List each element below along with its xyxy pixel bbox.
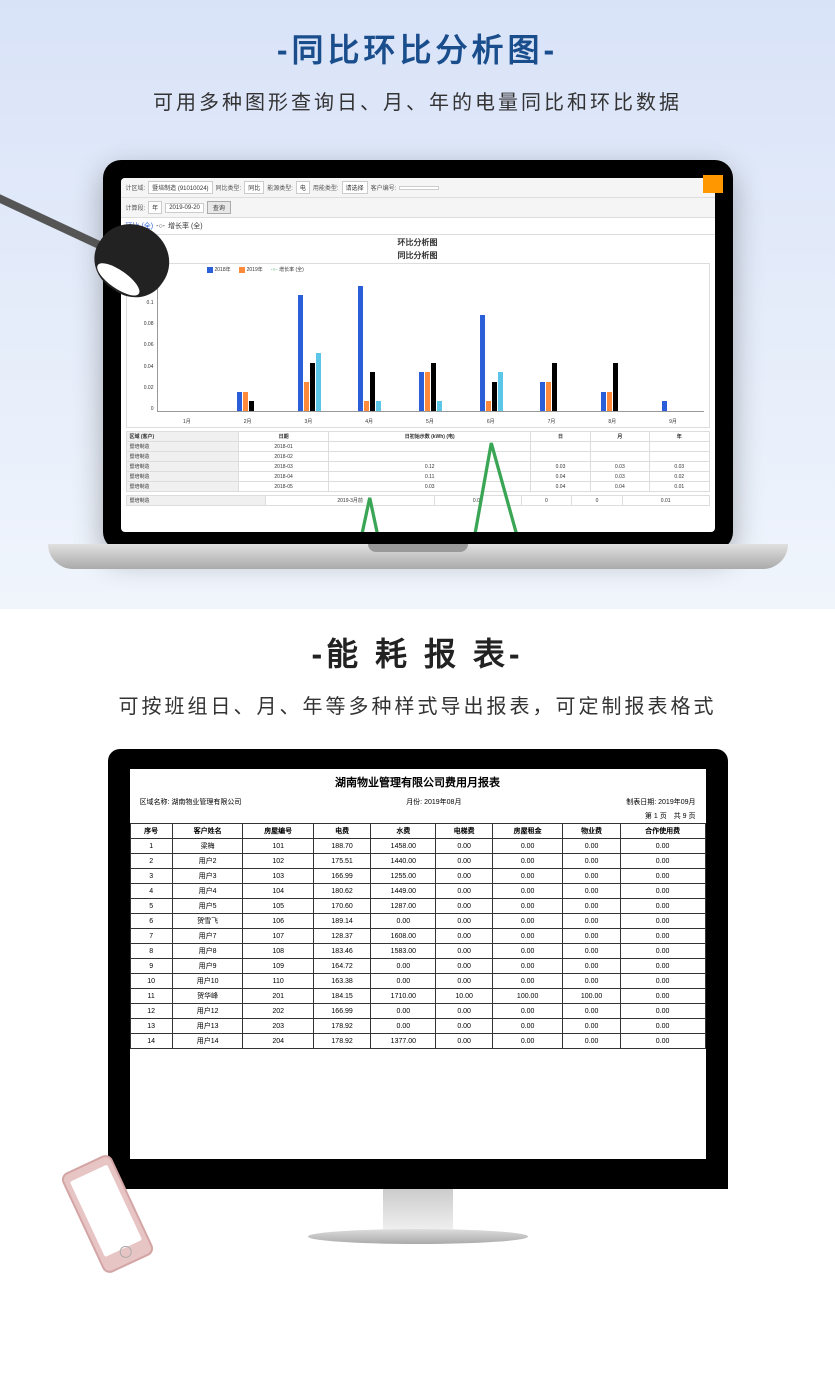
report-meta-row: 区域名称: 湖南物业管理有限公司 月份: 2019年08月 制表日期: 2019… xyxy=(130,795,706,809)
section-energy-report: -能 耗 报 表- 可按班组日、月、年等多种样式导出报表，可定制报表格式 湖南物… xyxy=(0,609,835,1284)
report-title: 湖南物业管理有限公司费用月报表 xyxy=(130,774,706,790)
chart-data-table: 区域 (客户)日期日初始示数 (kWh) (电)日月年暨培制造2018-01暨培… xyxy=(126,431,710,492)
summary-table: 暨培制造2019-3月前0.02000.01 xyxy=(126,495,710,506)
analysis-toolbar-row2: 计算段: 年 2019-09-20 查询 xyxy=(121,198,715,218)
usage-type-label: 用能类型: xyxy=(313,183,339,192)
monitor-stand xyxy=(383,1189,453,1229)
chart-yaxis: 0.120.10.080.060.040.020 xyxy=(129,279,154,412)
compare-type-select[interactable]: 同比 xyxy=(244,181,264,194)
meta-date-value: 2019年09月 xyxy=(658,799,695,806)
monitor-base xyxy=(308,1229,528,1244)
usage-type-select[interactable]: 请选择 xyxy=(342,181,368,194)
chart-bars xyxy=(157,279,704,412)
compare-type-label: 同比类型: xyxy=(216,183,242,192)
energy-type-label: 能源类型: xyxy=(267,183,293,192)
chart2-title: 同比分析图 xyxy=(121,250,715,261)
customer-label: 客户编号: xyxy=(371,183,397,192)
monitor-mockup: 湖南物业管理有限公司费用月报表 区域名称: 湖南物业管理有限公司 月份: 201… xyxy=(108,749,728,1189)
area-label: 计区域: xyxy=(126,183,146,192)
energy-type-select[interactable]: 电 xyxy=(296,181,310,194)
meta-area-label: 区域名称: xyxy=(140,799,170,806)
query-button[interactable]: 查询 xyxy=(207,201,231,214)
section1-title: -同比环比分析图- xyxy=(0,25,835,71)
chart1-indicator xyxy=(703,178,715,193)
date-input[interactable]: 2019-09-20 xyxy=(165,203,204,213)
comparison-chart[interactable]: 2018年 2019年 -○-增长率 (全) 0.120.10.080.060.… xyxy=(126,263,710,428)
laptop-screen: 计区域: 暨培制造 (91010024) 同比类型: 同比 能源类型: 电 用能… xyxy=(121,178,715,532)
meta-date-label: 制表日期: xyxy=(626,799,656,806)
chart-tabs: 环比 (全) -○- 增长率 (全) xyxy=(121,218,715,235)
meta-area-value: 湖南物业管理有限公司 xyxy=(171,799,241,806)
area-select[interactable]: 暨培制造 (91010024) xyxy=(148,181,212,194)
analysis-toolbar: 计区域: 暨培制造 (91010024) 同比类型: 同比 能源类型: 电 用能… xyxy=(121,178,715,198)
section-comparison-chart: -同比环比分析图- 可用多种图形查询日、月、年的电量同比和环比数据 计区域: 暨… xyxy=(0,0,835,609)
meta-month-label: 月份: xyxy=(406,799,422,806)
meta-month-value: 2019年08月 xyxy=(424,799,461,806)
section2-subtitle: 可按班组日、月、年等多种样式导出报表，可定制报表格式 xyxy=(0,690,835,719)
report-page-row: 第 1 页 共 9 页 xyxy=(130,809,706,823)
laptop-base xyxy=(48,544,788,569)
customer-input[interactable] xyxy=(399,186,439,190)
tab-growth[interactable]: 增长率 (全) xyxy=(168,221,203,231)
monitor-screen: 湖南物业管理有限公司费用月报表 区域名称: 湖南物业管理有限公司 月份: 201… xyxy=(130,769,706,1159)
report-table: 序号客户姓名房屋编号电费水费电梯费房屋租金物业费合作使用费1梁梅101188.7… xyxy=(130,823,706,1049)
growth-icon: -○- xyxy=(156,223,165,230)
period-select[interactable]: 年 xyxy=(148,201,162,214)
chart1-title: 环比分析图 xyxy=(121,237,715,248)
laptop-mockup: 计区域: 暨培制造 (91010024) 同比类型: 同比 能源类型: 电 用能… xyxy=(103,160,733,550)
page-label: 第 1 页 共 9 页 xyxy=(645,811,696,821)
period-label: 计算段: xyxy=(126,203,146,212)
section1-subtitle: 可用多种图形查询日、月、年的电量同比和环比数据 xyxy=(0,86,835,115)
section2-title: -能 耗 报 表- xyxy=(0,629,835,675)
chart-legend: 2018年 2019年 -○-增长率 (全) xyxy=(207,266,304,273)
chart-xaxis: 1月2月3月4月5月6月7月8月9月 xyxy=(157,418,704,425)
